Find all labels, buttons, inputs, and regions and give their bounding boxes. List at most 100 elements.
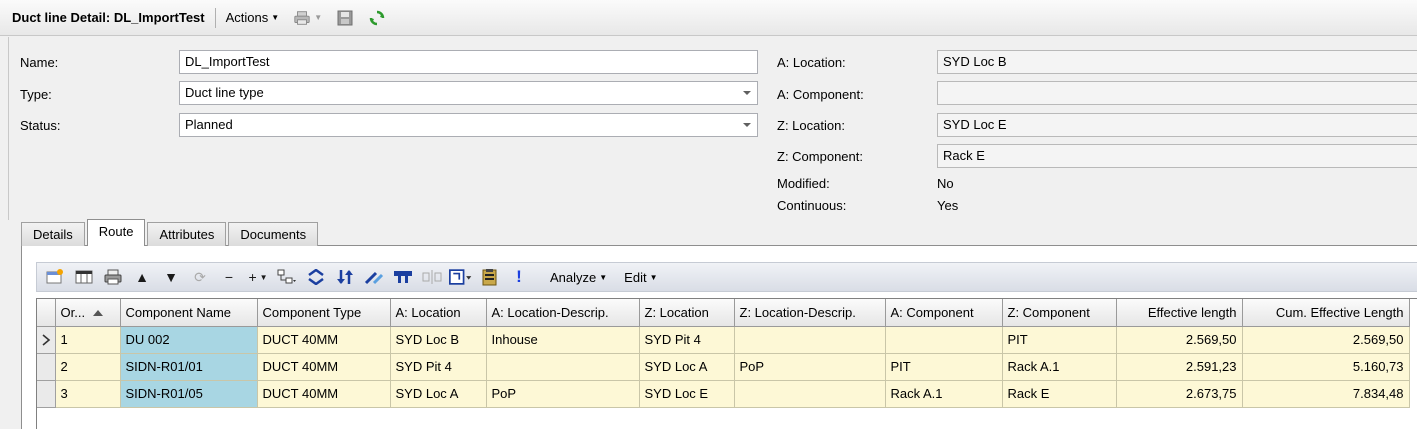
z-component-field: Rack E	[937, 144, 1417, 168]
a-location-desc-cell[interactable]: PoP	[486, 380, 640, 408]
z-location-desc-cell[interactable]	[734, 380, 886, 408]
z-component-cell[interactable]: PIT	[1002, 326, 1117, 354]
connector-icon[interactable]	[391, 266, 415, 288]
refresh-button[interactable]	[368, 9, 386, 27]
edit-route-icon[interactable]	[362, 266, 386, 288]
chevron-down-icon: ▼	[649, 272, 658, 282]
column-header-a-location[interactable]: A: Location	[390, 299, 487, 327]
column-header-label: Z: Component	[1007, 304, 1090, 320]
status-value: Planned	[185, 117, 233, 132]
column-header-a-location-descrip[interactable]: A: Location-Descrip.	[486, 299, 640, 327]
a-component-cell[interactable]: Rack A.1	[885, 380, 1003, 408]
type-label: Type:	[20, 87, 52, 102]
column-header-cum-effective-length[interactable]: Cum. Effective Length	[1242, 299, 1410, 327]
a-component-cell[interactable]	[885, 326, 1003, 354]
columns-icon[interactable]	[72, 266, 96, 288]
add-icon[interactable]: + ▼	[246, 266, 270, 288]
z-location-field: SYD Loc E	[937, 113, 1417, 137]
column-header-order[interactable]: Or...	[55, 299, 121, 327]
column-header-component-type[interactable]: Component Type	[257, 299, 391, 327]
a-location-cell[interactable]: SYD Loc A	[390, 380, 487, 408]
effective-length-cell[interactable]: 2.569,50	[1116, 326, 1243, 354]
remove-icon[interactable]: −	[217, 266, 241, 288]
refresh-icon[interactable]: ⟳	[188, 266, 212, 288]
table-row[interactable]: 1 DU 002 DUCT 40MM SYD Loc B Inhouse SYD…	[37, 326, 1410, 354]
column-header-label: Z: Location-Descrip.	[739, 304, 856, 320]
a-location-desc-cell[interactable]	[486, 353, 640, 381]
continuous-label: Continuous:	[777, 198, 847, 213]
z-location-cell[interactable]: SYD Loc A	[639, 353, 735, 381]
analyze-label: Analyze	[550, 269, 597, 285]
a-location-label: A: Location:	[777, 55, 846, 70]
component-name-cell[interactable]: SIDN-R01/01	[120, 353, 258, 381]
z-component-cell[interactable]: Rack E	[1002, 380, 1117, 408]
tab-details[interactable]: Details	[21, 222, 85, 246]
column-header-label: Z: Location	[644, 304, 709, 320]
table-row[interactable]: 2 SIDN-R01/01 DUCT 40MM SYD Pit 4 SYD Lo…	[37, 353, 1410, 381]
a-location-cell[interactable]: SYD Pit 4	[390, 353, 487, 381]
component-name-cell[interactable]: DU 002	[120, 326, 258, 354]
effective-length-cell[interactable]: 2.673,75	[1116, 380, 1243, 408]
edit-menu-button[interactable]: Edit ▼	[618, 270, 663, 285]
z-location-cell[interactable]: SYD Loc E	[639, 380, 735, 408]
status-select[interactable]: Planned	[179, 113, 758, 137]
column-header-z-location[interactable]: Z: Location	[639, 299, 735, 327]
window-title: Duct line Detail: DL_ImportTest	[12, 10, 205, 25]
component-name-cell[interactable]: SIDN-R01/05	[120, 380, 258, 408]
cum-effective-length-cell[interactable]: 7.834,48	[1242, 380, 1410, 408]
move-up-icon[interactable]: ▲	[130, 266, 154, 288]
z-location-cell[interactable]: SYD Pit 4	[639, 326, 735, 354]
clipboard-icon[interactable]	[478, 266, 502, 288]
structure-icon[interactable]	[275, 266, 299, 288]
z-component-cell[interactable]: Rack A.1	[1002, 353, 1117, 381]
print-button[interactable]: ▼	[293, 9, 322, 27]
sort-icon[interactable]	[333, 266, 357, 288]
move-down-icon[interactable]: ▼	[159, 266, 183, 288]
order-cell[interactable]: 2	[55, 353, 121, 381]
title-toolbar: Duct line Detail: DL_ImportTest Actions …	[0, 0, 1417, 36]
select-icon[interactable]	[449, 266, 473, 288]
component-type-cell[interactable]: DUCT 40MM	[257, 326, 391, 354]
column-header-component-name[interactable]: Component Name	[120, 299, 258, 327]
cum-effective-length-cell[interactable]: 5.160,73	[1242, 353, 1410, 381]
order-cell[interactable]: 1	[55, 326, 121, 354]
tab-route[interactable]: Route	[86, 219, 146, 246]
save-button[interactable]	[336, 9, 354, 27]
column-header-z-component[interactable]: Z: Component	[1002, 299, 1117, 327]
order-cell[interactable]: 3	[55, 380, 121, 408]
a-location-desc-cell[interactable]: Inhouse	[486, 326, 640, 354]
z-component-value: Rack E	[943, 148, 985, 163]
column-header-label: A: Location-Descrip.	[491, 304, 609, 320]
new-row-icon[interactable]	[43, 266, 67, 288]
row-selector-header	[37, 299, 56, 327]
analyze-menu-button[interactable]: Analyze ▼	[544, 270, 613, 285]
row-selector[interactable]	[37, 326, 56, 354]
a-location-cell[interactable]: SYD Loc B	[390, 326, 487, 354]
table-row[interactable]: 3 SIDN-R01/05 DUCT 40MM SYD Loc A PoP SY…	[37, 380, 1410, 408]
alert-icon[interactable]: !	[507, 266, 531, 288]
component-type-cell[interactable]: DUCT 40MM	[257, 380, 391, 408]
component-type-cell[interactable]: DUCT 40MM	[257, 353, 391, 381]
actions-menu-button[interactable]: Actions ▼	[226, 10, 280, 25]
z-location-desc-cell[interactable]: PoP	[734, 353, 886, 381]
cum-effective-length-cell[interactable]: 2.569,50	[1242, 326, 1410, 354]
tab-label: Documents	[240, 227, 307, 242]
split-icon[interactable]	[420, 266, 444, 288]
a-component-field	[937, 81, 1417, 105]
row-selector[interactable]	[37, 380, 56, 408]
a-component-cell[interactable]: PIT	[885, 353, 1003, 381]
print-icon[interactable]	[101, 266, 125, 288]
column-header-effective-length[interactable]: Effective length	[1116, 299, 1243, 327]
tab-attributes[interactable]: Attributes	[147, 222, 227, 246]
tab-documents[interactable]: Documents	[228, 222, 319, 246]
tab-label: Attributes	[159, 227, 215, 242]
row-selector[interactable]	[37, 353, 56, 381]
swap-icon[interactable]	[304, 266, 328, 288]
name-field[interactable]: DL_ImportTest	[179, 50, 758, 74]
column-header-z-location-descrip[interactable]: Z: Location-Descrip.	[734, 299, 886, 327]
effective-length-cell[interactable]: 2.591,23	[1116, 353, 1243, 381]
type-select[interactable]: Duct line type	[179, 81, 758, 105]
column-header-a-component[interactable]: A: Component	[885, 299, 1003, 327]
z-location-desc-cell[interactable]	[734, 326, 886, 354]
column-header-label: Or...	[60, 304, 86, 320]
